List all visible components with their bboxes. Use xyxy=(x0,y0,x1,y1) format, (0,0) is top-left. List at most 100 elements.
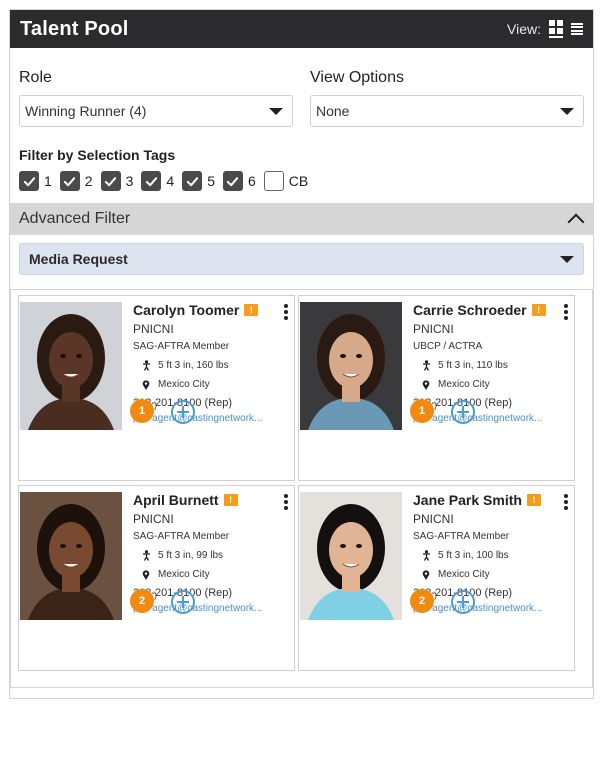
person-icon xyxy=(141,550,151,561)
tag-label: 2 xyxy=(84,173,93,189)
talent-email-link[interactable]: pni+agent@castingnetwork... xyxy=(413,413,570,424)
talent-stats: 5 ft 3 in, 160 lbs xyxy=(133,360,290,371)
media-request-value: Media Request xyxy=(29,251,128,267)
list-view-icon[interactable] xyxy=(571,22,583,36)
talent-name[interactable]: Carrie Schroeder xyxy=(413,302,527,318)
talent-company: PNICNI xyxy=(413,322,454,336)
tag-checkbox-cb[interactable]: CB xyxy=(263,171,309,191)
talent-card[interactable]: Jane Park Smith! PNICNI SAG-AFTRA Member 5 … xyxy=(298,485,575,671)
talent-photo[interactable] xyxy=(300,492,402,620)
flag-icon: ! xyxy=(244,304,259,316)
checkbox-checked-icon[interactable] xyxy=(100,171,121,191)
grid-view-icon[interactable] xyxy=(549,20,563,38)
talent-location: Mexico City xyxy=(133,569,290,580)
location-pin-icon xyxy=(421,569,431,580)
flag-icon: ! xyxy=(526,494,541,506)
tag-checkbox-4[interactable]: 4 xyxy=(141,171,174,191)
talent-name-row: Carolyn Toomer! xyxy=(133,300,290,320)
talent-location: Mexico City xyxy=(413,379,570,390)
checkbox-unchecked-icon[interactable] xyxy=(263,171,284,191)
talent-union: SAG-AFTRA Member xyxy=(133,531,230,542)
page-title: Talent Pool xyxy=(20,17,129,40)
tag-label: 5 xyxy=(207,173,215,189)
add-plus-icon[interactable] xyxy=(171,590,195,614)
talent-location: Mexico City xyxy=(133,379,290,390)
checkbox-checked-icon[interactable] xyxy=(59,171,80,191)
talent-name-row: April Burnett! xyxy=(133,490,290,510)
badge-tail-text: ) xyxy=(154,400,157,410)
person-icon xyxy=(141,360,151,371)
role-select[interactable]: Winning Runner (4) xyxy=(19,95,293,127)
location-pin-icon xyxy=(141,569,151,580)
checkbox-checked-icon[interactable] xyxy=(182,171,203,191)
tag-checkbox-6[interactable]: 6 xyxy=(222,171,256,191)
tag-checkbox-1[interactable]: 1 xyxy=(19,171,52,191)
talent-photo[interactable] xyxy=(300,302,402,430)
tag-label: 4 xyxy=(166,173,175,189)
flag-icon: ! xyxy=(223,494,238,506)
talent-results: Carolyn Toomer! PNICNI SAG-AFTRA Member 5 f… xyxy=(10,289,593,688)
person-icon xyxy=(421,550,431,561)
view-options-value: None xyxy=(316,103,350,119)
talent-union: UBCP / ACTRA xyxy=(413,341,483,352)
badge-tail-text: ) xyxy=(434,400,437,410)
talent-name[interactable]: April Burnett xyxy=(133,492,219,508)
talent-name[interactable]: Jane Park Smith xyxy=(413,492,522,508)
tag-checkbox-5[interactable]: 5 xyxy=(182,171,215,191)
add-plus-icon[interactable] xyxy=(451,590,475,614)
talent-union: SAG-AFTRA Member xyxy=(133,341,230,352)
tag-checkbox-2[interactable]: 2 xyxy=(59,171,93,191)
add-plus-icon[interactable] xyxy=(171,400,195,424)
badge-tail-text: ) xyxy=(154,590,157,600)
chevron-down-icon xyxy=(560,255,574,263)
badge-tail-text: ) xyxy=(434,590,437,600)
media-request-select[interactable]: Media Request xyxy=(19,243,584,275)
selection-tag-badge[interactable]: 1 xyxy=(410,399,434,423)
selection-tags-title: Filter by Selection Tags xyxy=(19,147,176,163)
checkbox-checked-icon[interactable] xyxy=(222,171,243,191)
talent-name[interactable]: Carolyn Toomer xyxy=(133,302,239,318)
talent-card[interactable]: Carrie Schroeder! PNICNI UBCP / ACTRA 5 ft … xyxy=(298,295,575,481)
person-icon xyxy=(421,360,431,371)
advanced-filter-toggle[interactable]: Advanced Filter xyxy=(10,203,593,235)
add-plus-icon[interactable] xyxy=(451,400,475,424)
tag-label: 3 xyxy=(125,173,134,189)
checkbox-checked-icon[interactable] xyxy=(141,171,162,191)
tag-label: 1 xyxy=(44,173,52,189)
talent-card[interactable]: April Burnett! PNICNI SAG-AFTRA Member 5 ft… xyxy=(18,485,295,671)
tag-label: 6 xyxy=(247,173,256,189)
talent-union: SAG-AFTRA Member xyxy=(413,531,510,542)
location-pin-icon xyxy=(421,379,431,390)
talent-stats: 5 ft 3 in, 110 lbs xyxy=(413,360,570,371)
role-label: Role xyxy=(19,69,52,86)
talent-email-link[interactable]: pni+agent@castingnetwork... xyxy=(133,603,290,614)
chevron-down-icon xyxy=(269,107,283,115)
flag-icon: ! xyxy=(531,304,546,316)
checkbox-checked-icon[interactable] xyxy=(19,171,39,191)
view-options-label: View Options xyxy=(310,69,404,86)
talent-stats: 5 ft 3 in, 100 lbs xyxy=(413,550,570,561)
talent-pool-panel: Talent Pool View: Role Winning Runner (4… xyxy=(9,9,594,699)
tag-checkbox-3[interactable]: 3 xyxy=(100,171,134,191)
panel-header: Talent Pool View: xyxy=(10,10,593,48)
chevron-down-icon xyxy=(560,107,574,115)
talent-photo[interactable] xyxy=(20,492,122,620)
talent-company: PNICNI xyxy=(133,512,174,526)
talent-name-row: Jane Park Smith! xyxy=(413,490,570,510)
view-switcher: View: xyxy=(507,20,583,38)
talent-stats: 5 ft 3 in, 99 lbs xyxy=(133,550,290,561)
talent-card[interactable]: Carolyn Toomer! PNICNI SAG-AFTRA Member 5 f… xyxy=(18,295,295,481)
talent-location: Mexico City xyxy=(413,569,570,580)
view-label: View: xyxy=(507,21,541,37)
selection-tag-badge[interactable]: 2 xyxy=(410,589,434,613)
talent-photo[interactable] xyxy=(20,302,122,430)
talent-email-link[interactable]: pni+agent@castingnetwork... xyxy=(133,413,290,424)
selection-tag-badge[interactable]: 1 xyxy=(130,399,154,423)
selection-tag-badge[interactable]: 2 xyxy=(130,589,154,613)
talent-email-link[interactable]: pni+agent@castingnetwork... xyxy=(413,603,570,614)
view-options-select[interactable]: None xyxy=(310,95,584,127)
advanced-filter-label: Advanced Filter xyxy=(19,210,131,227)
talent-company: PNICNI xyxy=(133,322,174,336)
tag-label: CB xyxy=(288,173,309,189)
role-select-value: Winning Runner (4) xyxy=(25,103,147,119)
